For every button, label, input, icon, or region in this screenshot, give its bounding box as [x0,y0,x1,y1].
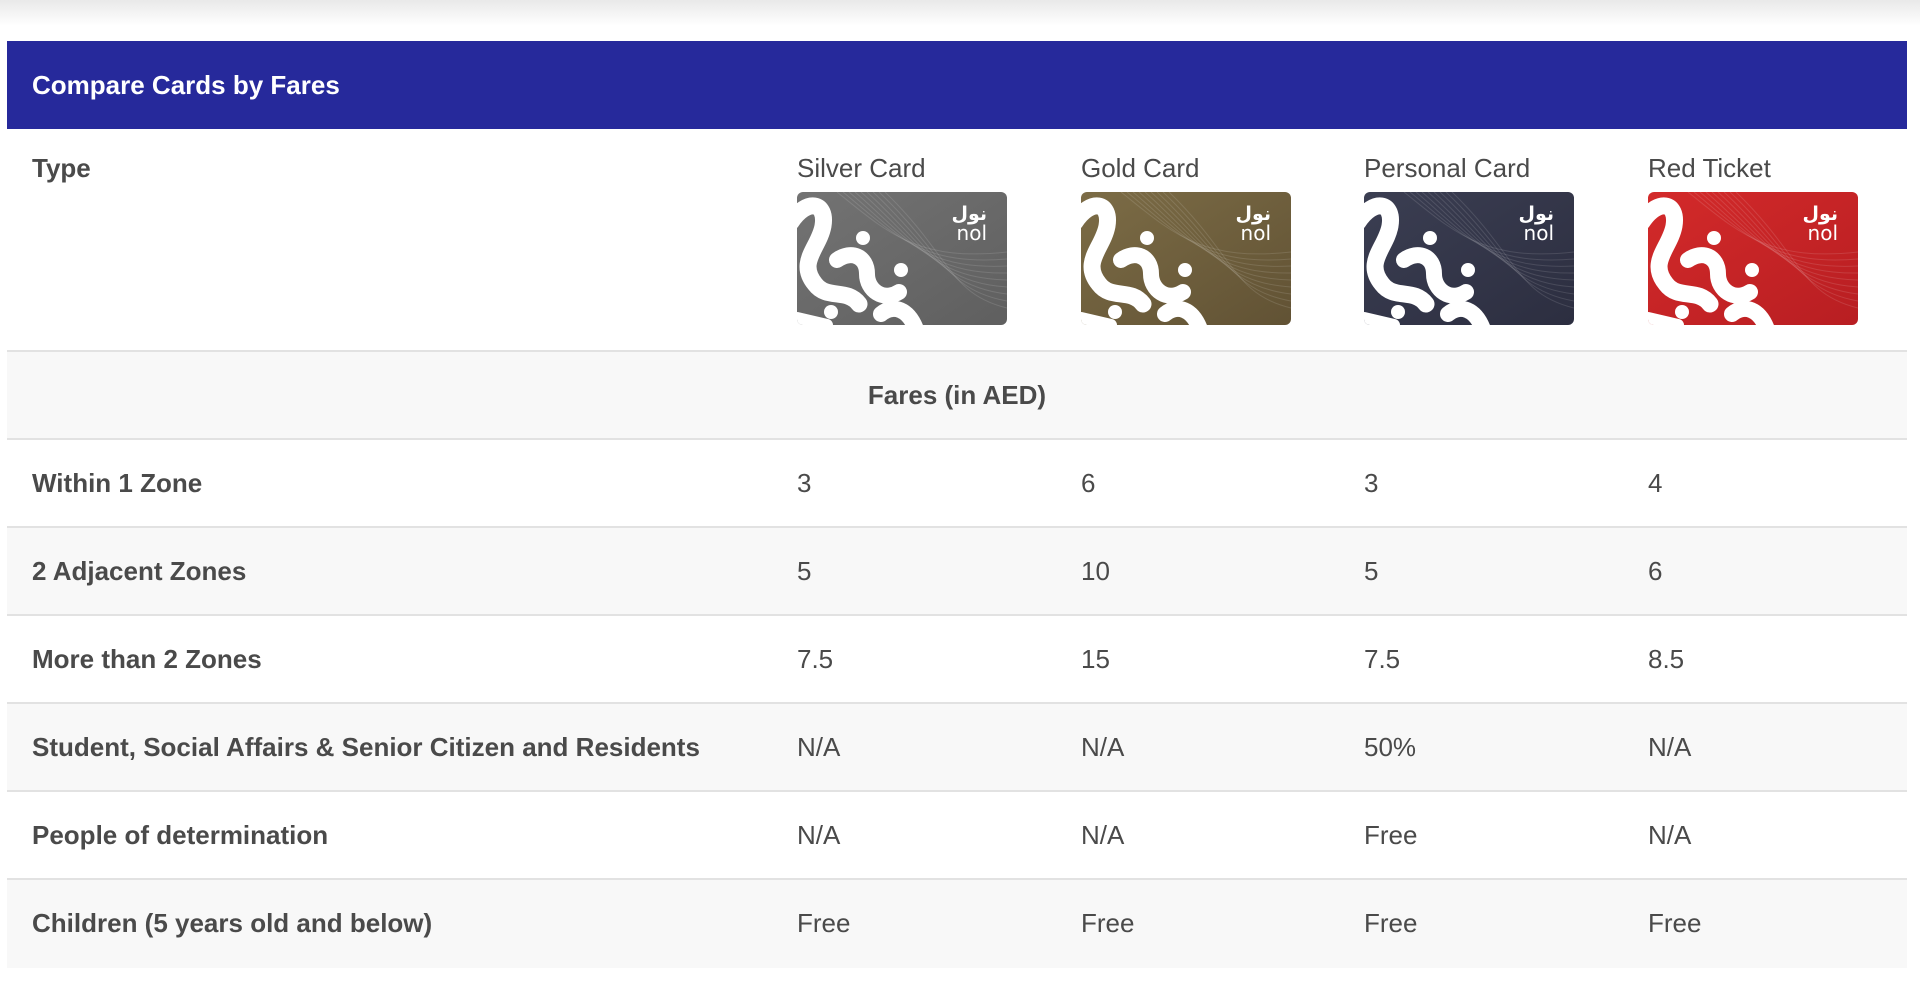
row-label: Children (5 years old and below) [32,907,433,938]
top-shadow [0,0,1920,26]
fares-section-header: Fares (in AED) [7,352,1907,440]
fare-cell: Free [1364,819,1418,850]
fare-cell: 3 [797,467,812,498]
table-title: Compare Cards by Fares [32,69,340,100]
personal-card-image: نول nol [1364,192,1574,325]
table-row: 2 Adjacent Zones 5 10 5 6 [7,528,1907,616]
fare-cell: Free [1364,907,1418,938]
type-row: Type Silver Card نول nol Gold Card نول nol… [7,129,1907,352]
fare-cell: 10 [1081,555,1110,586]
fares-section-label: Fares (in AED) [867,379,1047,410]
fare-cell: Free [797,907,851,938]
fare-cell: N/A [1648,731,1692,762]
compare-cards-table: Compare Cards by Fares Type Silver Card … [7,41,1907,968]
fare-cell: 8.5 [1648,643,1685,674]
nol-logo-latin: nol [1241,221,1271,245]
fare-cell: N/A [1648,819,1692,850]
red-ticket-image: نول nol [1648,192,1858,325]
table-row: More than 2 Zones 7.5 15 7.5 8.5 [7,616,1907,704]
table-row: Within 1 Zone 3 6 3 4 [7,440,1907,528]
row-label: 2 Adjacent Zones [32,555,247,586]
card-name-red: Red Ticket [1648,153,1771,183]
row-label: Within 1 Zone [32,467,203,498]
fare-cell: 5 [797,555,812,586]
nol-logo-latin: nol [957,221,987,245]
table-row: People of determination N/A N/A Free N/A [7,792,1907,880]
card-column-red: Red Ticket نول nol [1648,153,1858,325]
nol-card-artwork: نولnol [1648,192,1858,325]
silver-card-image: نول nol [797,192,1007,325]
nol-card-artwork: نولnol [1364,192,1574,325]
fare-cell: 15 [1081,643,1110,674]
nol-logo-latin: nol [1524,221,1554,245]
fare-cell: Free [1648,907,1702,938]
gold-card-image: نول nol [1081,192,1291,325]
card-name-silver: Silver Card [797,153,926,183]
nol-card-artwork: نولnol [1081,192,1291,325]
fare-cell: 6 [1081,467,1096,498]
fare-cell: 7.5 [1364,643,1401,674]
card-name-gold: Gold Card [1081,153,1200,183]
nol-card-artwork: نولnol [797,192,1007,325]
fare-cell: 7.5 [797,643,834,674]
fare-cell: N/A [797,819,841,850]
type-label: Type [32,153,91,183]
fare-cell: 3 [1364,467,1379,498]
nol-logo-latin: nol [1808,221,1838,245]
fare-cell: N/A [797,731,841,762]
fare-cell: Free [1081,907,1135,938]
row-label: People of determination [32,819,329,850]
fare-cell: N/A [1081,731,1125,762]
fare-cell: 50% [1364,731,1417,762]
card-name-personal: Personal Card [1364,153,1531,183]
fare-cell: 5 [1364,555,1379,586]
fare-cell: 4 [1648,467,1663,498]
fare-cell: N/A [1081,819,1125,850]
card-column-personal: Personal Card نول nol [1364,153,1574,325]
card-column-silver: Silver Card نول nol [797,153,1007,325]
card-column-gold: Gold Card نول nol [1081,153,1291,325]
fare-cell: 6 [1648,555,1663,586]
row-label: Student, Social Affairs & Senior Citizen… [32,731,700,762]
row-label: More than 2 Zones [32,643,262,674]
table-row: Children (5 years old and below) Free Fr… [7,880,1907,968]
table-row: Student, Social Affairs & Senior Citizen… [7,704,1907,792]
table-header: Compare Cards by Fares [7,41,1907,129]
